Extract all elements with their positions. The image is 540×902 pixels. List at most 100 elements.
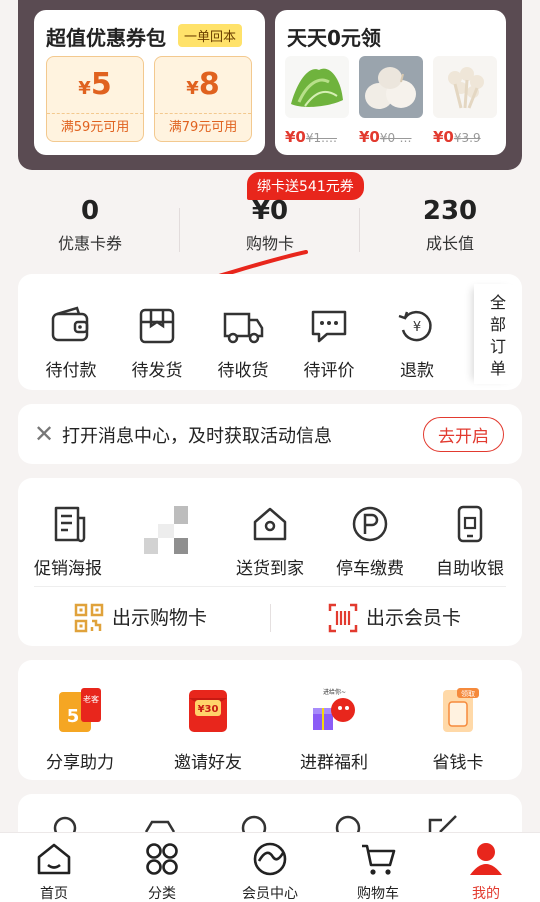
- stat-value: ¥0: [251, 196, 289, 226]
- group-art-text: 进给你~: [323, 688, 346, 696]
- order-label: 待评价: [303, 361, 355, 381]
- original-price: ¥0-…: [379, 131, 412, 145]
- close-icon[interactable]: ✕: [34, 420, 54, 448]
- stat-label: 优惠卡券: [57, 234, 122, 253]
- show-member-card-label: 出示会员卡: [366, 607, 462, 629]
- barcode-icon: [328, 603, 358, 633]
- category-icon: [146, 843, 178, 875]
- stat-coupons[interactable]: 0 优惠卡券: [0, 196, 180, 254]
- original-price: ¥1.…: [305, 131, 337, 145]
- invite-envelope-icon: ¥30: [189, 690, 227, 732]
- order-label: 待发货: [131, 361, 183, 381]
- poster-icon: [54, 506, 86, 543]
- all-orders-button[interactable]: 全部订单: [474, 284, 522, 384]
- garlic-image: [359, 56, 423, 118]
- order-to-ship[interactable]: 待发货: [114, 306, 200, 381]
- service-promo-poster[interactable]: 促销海报: [18, 504, 118, 579]
- free-item[interactable]: ¥0¥0-…: [359, 56, 423, 146]
- stat-growth[interactable]: 230 成长值: [360, 196, 540, 254]
- refund-icon: ¥: [398, 310, 432, 342]
- phone-checkout-icon: [457, 505, 483, 543]
- wallet-icon: [51, 306, 89, 342]
- coupon-ticket[interactable]: ¥8 满79元可用: [154, 56, 252, 142]
- all-orders-label: 全部订单: [489, 293, 506, 378]
- free-item[interactable]: ¥0¥3.9: [433, 56, 497, 146]
- tab-member-center[interactable]: 会员中心: [216, 841, 324, 902]
- divider: [270, 604, 271, 632]
- comment-icon: [311, 310, 347, 343]
- promo-label: 邀请好友: [174, 753, 242, 773]
- saving-card-art: 领取: [461, 689, 475, 698]
- orders-card: 待付款 待发货 待收货 待评价 ¥ 退款 全部订单: [18, 274, 522, 390]
- order-pending-payment[interactable]: 待付款: [28, 306, 114, 381]
- enable-notifications-button[interactable]: 去开启: [423, 417, 504, 452]
- bottom-tab-bar: 首页 分类 会员中心 购物车 我的: [0, 832, 540, 902]
- tab-category[interactable]: 分类: [108, 841, 216, 902]
- ticket-condition: 满79元可用: [155, 113, 251, 141]
- ticket-currency: ¥: [186, 78, 199, 99]
- cart-icon: [362, 844, 396, 875]
- share-help-art-1: 老客: [83, 694, 99, 704]
- free-price: ¥0: [285, 128, 306, 146]
- promo-label: 省钱卡: [432, 753, 484, 773]
- free-price: ¥0: [433, 128, 454, 146]
- promo-invite-friends[interactable]: ¥30 邀请好友: [148, 686, 268, 773]
- group-gift-icon: 进给你~: [313, 688, 355, 730]
- tab-home[interactable]: 首页: [0, 841, 108, 902]
- parking-icon: [352, 506, 388, 542]
- tab-label: 购物车: [357, 886, 399, 902]
- package-icon: [139, 308, 175, 344]
- free-item[interactable]: ¥0¥1.…: [285, 56, 349, 146]
- promo-label: 分享助力: [46, 753, 114, 773]
- message-center-bar: ✕ 打开消息中心，及时获取活动信息 去开启: [18, 404, 522, 464]
- tab-label: 会员中心: [242, 886, 298, 902]
- svg-text:5: 5: [67, 706, 80, 727]
- service-home-delivery[interactable]: 送货到家: [220, 504, 320, 579]
- tab-cart[interactable]: 购物车: [324, 841, 432, 902]
- services-card: 促销海报 送货到家 停车缴费 自助收银 出示购物卡 出示会员卡: [18, 478, 522, 646]
- promo-saving-card[interactable]: 领取 省钱卡: [398, 686, 518, 773]
- service-label: 送货到家: [236, 559, 304, 579]
- ticket-amount: 5: [90, 67, 112, 102]
- service-parking[interactable]: 停车缴费: [320, 504, 420, 579]
- coupon-pack-tag: 一单回本: [178, 24, 243, 47]
- lettuce-image: [285, 56, 349, 118]
- home-icon: [37, 843, 71, 875]
- coupon-pack-card[interactable]: 超值优惠券包 一单回本 ¥5 满59元可用 ¥8 满79元可用: [34, 10, 265, 155]
- divider: [34, 586, 506, 587]
- show-shopping-card-button[interactable]: 出示购物卡: [74, 598, 207, 638]
- tab-profile[interactable]: 我的: [432, 841, 540, 902]
- ticket-currency: ¥: [78, 78, 91, 99]
- saving-card-icon: 领取: [443, 688, 479, 732]
- tab-label: 分类: [148, 886, 176, 902]
- order-label: 待收货: [217, 361, 269, 381]
- free-price: ¥0: [359, 128, 380, 146]
- service-self-checkout[interactable]: 自助收银: [420, 504, 520, 579]
- show-member-card-button[interactable]: 出示会员卡: [328, 598, 461, 638]
- service-label: 自助收银: [436, 559, 504, 579]
- order-to-receive[interactable]: 待收货: [200, 306, 286, 381]
- order-to-review[interactable]: 待评价: [286, 306, 372, 381]
- free-items-title: 天天0元领: [287, 26, 381, 50]
- member-center-icon: [253, 842, 287, 876]
- promotions-card: 老客 5 分享助力 ¥30 邀请好友 进给你~ 进群福利 领取 省钱卡: [18, 660, 522, 780]
- ticket-amount: 8: [198, 67, 220, 102]
- truck-icon: [223, 312, 264, 344]
- blurred-service: [144, 506, 194, 560]
- coupon-pack-title: 超值优惠券包: [46, 26, 166, 50]
- stat-value: 0: [80, 196, 100, 226]
- qr-code-icon: [74, 603, 104, 633]
- stat-value: 230: [422, 196, 478, 226]
- order-label: 退款: [400, 361, 434, 381]
- coupon-ticket[interactable]: ¥5 满59元可用: [46, 56, 144, 142]
- tab-label: 首页: [40, 886, 68, 902]
- order-refund[interactable]: ¥ 退款: [374, 306, 460, 381]
- service-label: 停车缴费: [336, 559, 404, 579]
- ticket-condition: 满59元可用: [47, 113, 143, 141]
- free-items-card[interactable]: 天天0元领 ¥0¥1.… ¥0¥0-… ¥0¥3.9: [275, 10, 506, 155]
- promo-share-help[interactable]: 老客 5 分享助力: [20, 686, 140, 773]
- tab-label: 我的: [472, 886, 500, 902]
- profile-icon: [470, 843, 502, 875]
- promo-label: 进群福利: [300, 753, 368, 773]
- promo-group-benefits[interactable]: 进给你~ 进群福利: [274, 686, 394, 773]
